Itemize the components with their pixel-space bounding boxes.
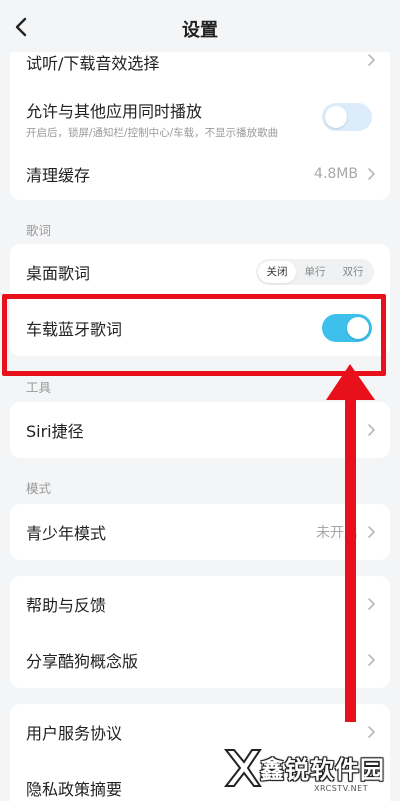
annotation-arrow-icon <box>326 364 375 722</box>
watermark-logo: 鑫锐软件园 XRCSTV.NET <box>222 742 400 800</box>
watermark-text: 鑫锐软件园 <box>260 756 385 784</box>
watermark-url: XRCSTV.NET <box>314 784 369 793</box>
settings-page: 设置 试听/下载音效选择 允许与其他应用同时播放 开启后，锁屏/通知栏/控制中心… <box>0 0 400 801</box>
watermark-x-icon <box>223 749 262 787</box>
